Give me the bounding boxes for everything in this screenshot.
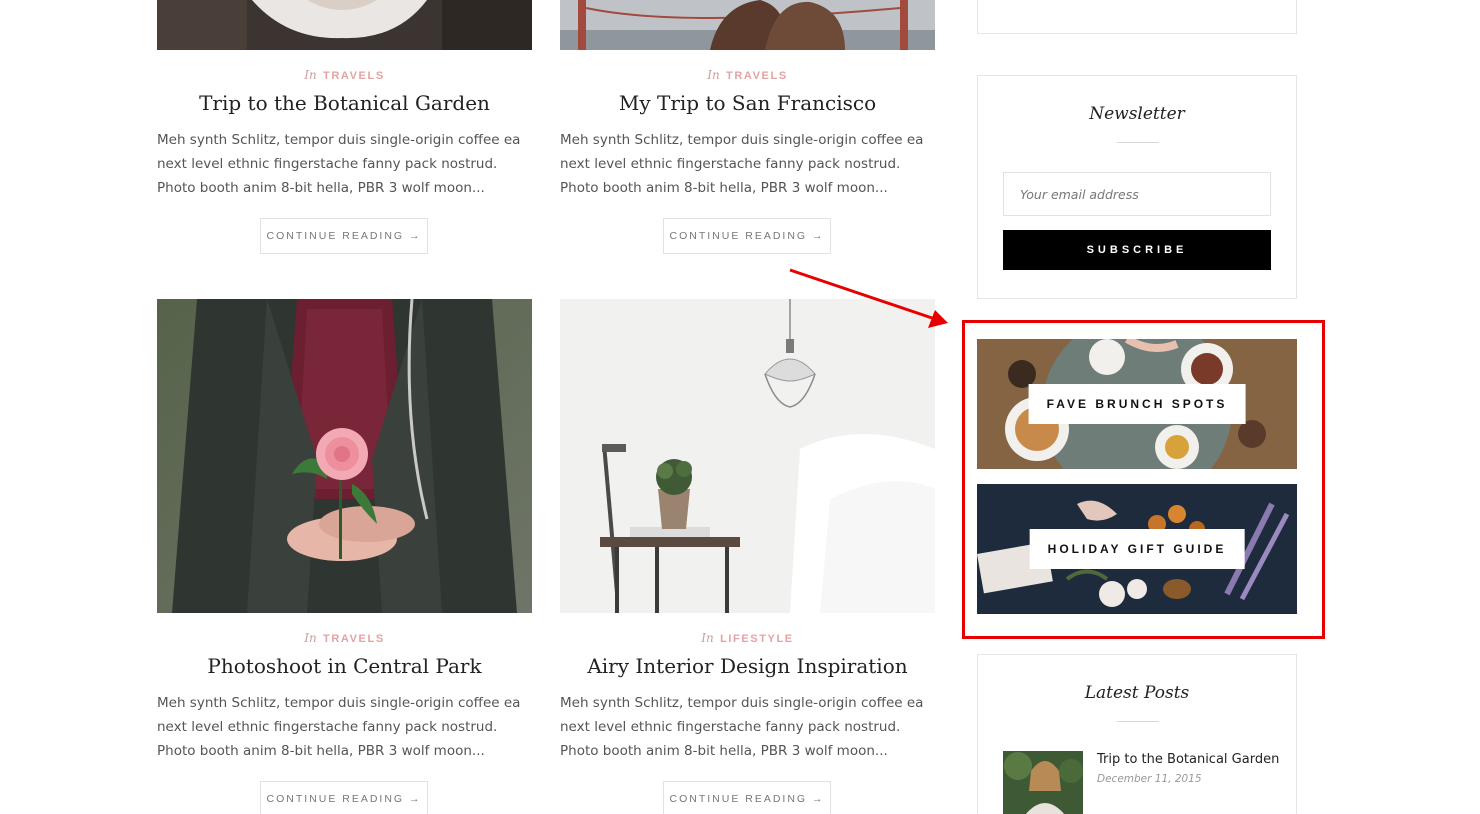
category-link[interactable]: TRAVELS — [323, 70, 385, 82]
post-meta: In TRAVELS — [157, 68, 532, 82]
continue-reading-button[interactable]: CONTINUE READING → — [663, 218, 831, 254]
post-title[interactable]: Trip to the Botanical Garden — [157, 91, 532, 115]
newsletter-title: Newsletter — [1089, 104, 1185, 124]
post-meta: In LIFESTYLE — [560, 631, 935, 645]
meta-in-label: In — [304, 68, 317, 82]
post-excerpt: Meh synth Schlitz, tempor duis single-or… — [560, 132, 924, 196]
subscribe-button[interactable]: SUBSCRIBE — [1003, 230, 1271, 270]
category-link[interactable]: TRAVELS — [726, 70, 788, 82]
post-card: In TRAVELS Trip to the Botanical Garden … — [157, 0, 532, 260]
post-image[interactable] — [560, 299, 935, 613]
title-divider — [1117, 721, 1159, 722]
post-excerpt: Meh synth Schlitz, tempor duis single-or… — [560, 695, 924, 759]
promo-holiday-gift-guide[interactable]: HOLIDAY GIFT GUIDE — [977, 484, 1297, 614]
meta-in-label: In — [707, 68, 720, 82]
post-card: In TRAVELS Photoshoot in Central Park Me… — [157, 299, 532, 814]
sidebar-widget-cropped — [977, 0, 1297, 34]
post-title[interactable]: Airy Interior Design Inspiration — [560, 654, 935, 678]
promo-fave-brunch-spots[interactable]: FAVE BRUNCH SPOTS — [977, 339, 1297, 469]
continue-reading-button[interactable]: CONTINUE READING → — [663, 781, 831, 814]
meta-in-label: In — [701, 631, 714, 645]
meta-in-label: In — [304, 631, 317, 645]
latest-post-date: December 11, 2015 — [1097, 773, 1202, 785]
email-field[interactable] — [1003, 172, 1271, 216]
post-image[interactable] — [157, 0, 532, 50]
latest-posts-widget: Latest Posts Trip to the Botanical Garde… — [977, 654, 1297, 814]
latest-post-thumbnail[interactable] — [1003, 751, 1083, 814]
post-meta: In TRAVELS — [157, 631, 532, 645]
post-image[interactable] — [560, 0, 935, 50]
post-excerpt: Meh synth Schlitz, tempor duis single-or… — [157, 132, 521, 196]
post-card: In TRAVELS My Trip to San Francisco Meh … — [560, 0, 935, 260]
post-image[interactable] — [157, 299, 532, 613]
category-link[interactable]: LIFESTYLE — [720, 633, 794, 645]
post-title[interactable]: Photoshoot in Central Park — [157, 654, 532, 678]
promo-label: FAVE BRUNCH SPOTS — [1028, 384, 1246, 424]
post-title[interactable]: My Trip to San Francisco — [560, 91, 935, 115]
latest-posts-title: Latest Posts — [1084, 683, 1190, 703]
continue-reading-button[interactable]: CONTINUE READING → — [260, 218, 428, 254]
category-link[interactable]: TRAVELS — [323, 633, 385, 645]
title-divider — [1117, 142, 1159, 143]
newsletter-widget: Newsletter SUBSCRIBE — [977, 75, 1297, 299]
post-meta: In TRAVELS — [560, 68, 935, 82]
post-excerpt: Meh synth Schlitz, tempor duis single-or… — [157, 695, 521, 759]
post-card: In LIFESTYLE Airy Interior Design Inspir… — [560, 299, 935, 814]
promo-label: HOLIDAY GIFT GUIDE — [1029, 529, 1245, 569]
latest-post-title[interactable]: Trip to the Botanical Garden — [1097, 752, 1279, 767]
continue-reading-button[interactable]: CONTINUE READING → — [260, 781, 428, 814]
